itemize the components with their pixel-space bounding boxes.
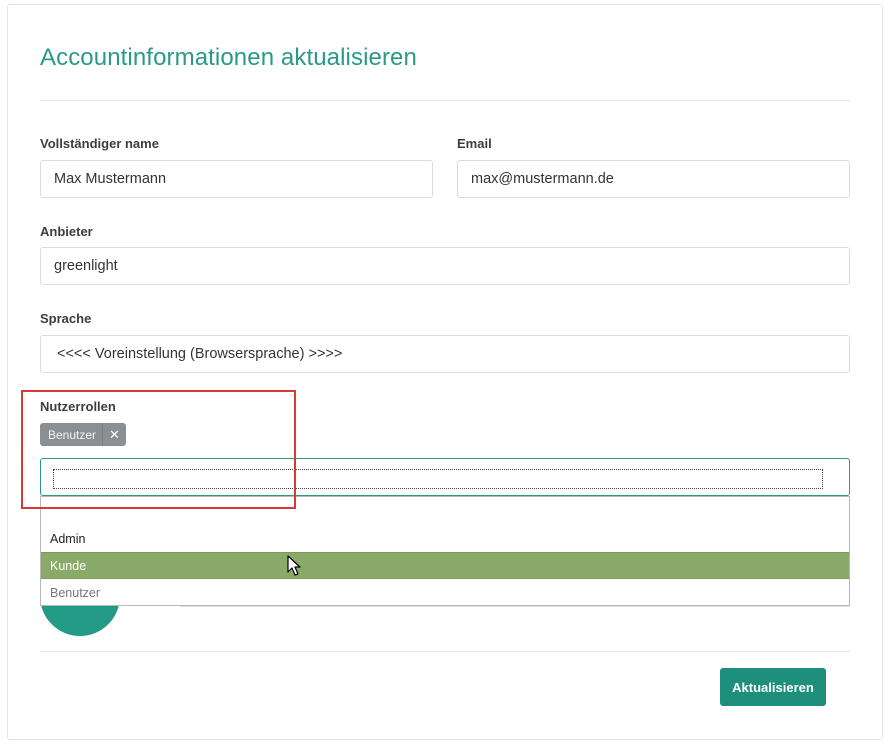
hidden-field-border <box>180 606 850 607</box>
email-label: Email <box>457 136 492 151</box>
language-select[interactable]: <<<< Voreinstellung (Browsersprache) >>>… <box>40 335 850 373</box>
footer-divider <box>40 651 850 652</box>
email-input[interactable]: max@mustermann.de <box>457 160 850 198</box>
full-name-input[interactable]: Max Mustermann <box>40 160 433 198</box>
provider-label: Anbieter <box>40 224 93 239</box>
language-label: Sprache <box>40 311 92 326</box>
update-button[interactable]: Aktualisieren <box>720 668 826 706</box>
title-divider <box>40 100 850 101</box>
role-option-kunde[interactable]: Kunde <box>41 552 849 579</box>
annotation-highlight-box <box>21 390 296 509</box>
roles-dropdown: Admin Kunde Benutzer <box>40 496 850 606</box>
mouse-cursor-icon <box>287 555 301 576</box>
provider-input[interactable]: greenlight <box>40 247 850 285</box>
role-option-benutzer: Benutzer <box>50 585 101 600</box>
role-option-admin[interactable]: Admin <box>41 525 849 552</box>
page-title: Accountinformationen aktualisieren <box>40 44 417 71</box>
full-name-label: Vollständiger name <box>40 136 159 151</box>
